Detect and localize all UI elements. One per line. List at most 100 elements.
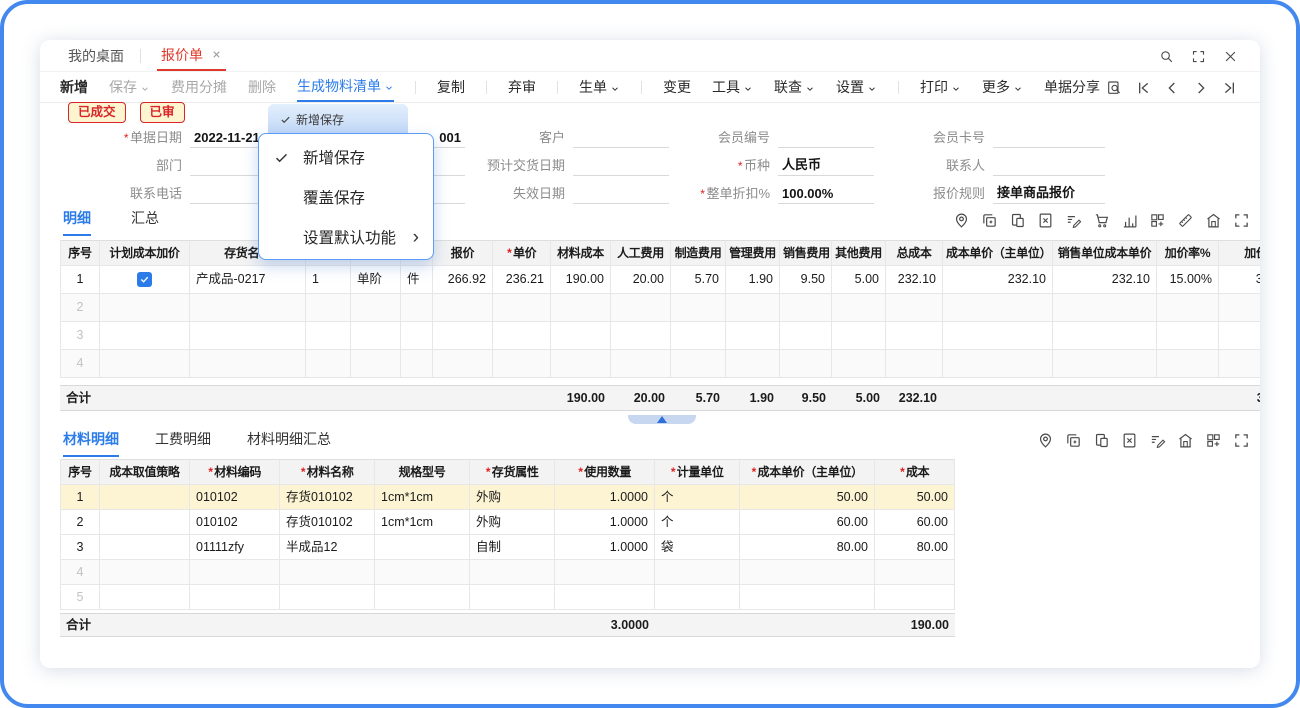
table-cell[interactable] xyxy=(726,350,780,378)
table-cell[interactable] xyxy=(100,294,190,322)
table-cell[interactable] xyxy=(780,322,832,350)
tab-my-desktop[interactable]: 我的桌面 xyxy=(68,40,124,71)
table-cell[interactable] xyxy=(875,560,955,585)
table-cell[interactable]: 个 xyxy=(655,510,740,535)
toolbar-linked-query[interactable]: 联查 xyxy=(774,72,815,102)
table-cell[interactable]: 232.10 xyxy=(1053,266,1157,294)
column-header[interactable]: 制造费用 xyxy=(671,240,726,266)
nav-prev-icon[interactable] xyxy=(1164,80,1180,96)
table-cell[interactable]: 外购 xyxy=(470,485,555,510)
column-header[interactable]: 总成本 xyxy=(886,240,943,266)
toolbar-change[interactable]: 变更 xyxy=(663,72,691,102)
close-tab-icon[interactable] xyxy=(211,49,222,60)
table-cell[interactable]: 232.10 xyxy=(943,266,1053,294)
table-cell[interactable] xyxy=(100,322,190,350)
table-cell[interactable] xyxy=(433,294,493,322)
table-cell[interactable] xyxy=(493,350,551,378)
menu-item-overwrite-save[interactable]: 覆盖保存 xyxy=(259,177,433,217)
tab-material-summary[interactable]: 材料明细汇总 xyxy=(247,429,331,457)
table-cell[interactable] xyxy=(886,294,943,322)
grid-icon[interactable] xyxy=(1205,432,1222,449)
table-cell[interactable]: 5.00 xyxy=(832,266,886,294)
table-cell[interactable] xyxy=(401,322,433,350)
table-cell[interactable]: 外购 xyxy=(470,510,555,535)
table-cell[interactable] xyxy=(551,350,611,378)
toolbar-generate-bom[interactable]: 生成物料清单 xyxy=(297,72,394,102)
table-cell[interactable]: 1cm*1cm xyxy=(375,485,470,510)
column-header[interactable]: 序号 xyxy=(60,459,100,485)
table-cell[interactable] xyxy=(100,266,190,294)
table-cell[interactable]: 1.90 xyxy=(726,266,780,294)
table-cell[interactable] xyxy=(655,585,740,610)
table-cell[interactable] xyxy=(493,294,551,322)
building-icon[interactable] xyxy=(1177,432,1194,449)
table-cell[interactable] xyxy=(306,350,351,378)
table-cell[interactable]: 4 xyxy=(60,350,100,378)
table-cell[interactable]: 1 xyxy=(306,266,351,294)
table-cell[interactable] xyxy=(470,560,555,585)
table-cell[interactable] xyxy=(100,350,190,378)
nav-next-icon[interactable] xyxy=(1193,80,1209,96)
table-cell[interactable] xyxy=(1219,350,1260,378)
paste-icon[interactable] xyxy=(1093,432,1110,449)
table-cell[interactable] xyxy=(780,294,832,322)
table-cell[interactable] xyxy=(1157,350,1219,378)
table-cell[interactable]: 50.00 xyxy=(740,485,875,510)
toolbar-tools[interactable]: 工具 xyxy=(712,72,753,102)
table-cell[interactable]: 2 xyxy=(60,294,100,322)
table-cell[interactable] xyxy=(671,322,726,350)
toolbar-save[interactable]: 保存 xyxy=(109,72,150,102)
toolbar-copy-doc[interactable]: 复制 xyxy=(437,72,465,102)
table-cell[interactable] xyxy=(551,294,611,322)
table-cell[interactable] xyxy=(190,294,306,322)
column-header[interactable]: *材料编码 xyxy=(190,459,280,485)
table-cell[interactable] xyxy=(886,350,943,378)
close-icon[interactable] xyxy=(1223,49,1238,64)
column-header[interactable]: 报价 xyxy=(433,240,493,266)
table-cell[interactable] xyxy=(470,585,555,610)
table-cell[interactable]: 9.50 xyxy=(780,266,832,294)
table-cell[interactable] xyxy=(655,560,740,585)
table-cell[interactable] xyxy=(401,294,433,322)
table-cell[interactable]: 236.21 xyxy=(493,266,551,294)
table-cell[interactable] xyxy=(611,322,671,350)
contact-person-input[interactable] xyxy=(993,155,1105,176)
table-cell[interactable]: 4 xyxy=(60,560,100,585)
table-cell[interactable] xyxy=(100,535,190,560)
table-cell[interactable]: 产成品-0217 xyxy=(190,266,306,294)
table-cell[interactable] xyxy=(726,322,780,350)
table-cell[interactable]: 件 xyxy=(401,266,433,294)
chart-icon[interactable] xyxy=(1121,212,1138,229)
table-cell[interactable] xyxy=(740,560,875,585)
column-header[interactable]: 计划成本加价 xyxy=(100,240,190,266)
table-cell[interactable] xyxy=(886,322,943,350)
toolbar-more[interactable]: 更多 xyxy=(982,72,1023,102)
toolbar-share[interactable]: 单据分享 xyxy=(1044,72,1100,102)
table-cell[interactable]: 50.00 xyxy=(875,485,955,510)
search-icon[interactable] xyxy=(1159,49,1174,64)
tab-summary[interactable]: 汇总 xyxy=(131,208,159,236)
table-cell[interactable] xyxy=(943,294,1053,322)
tab-quotation[interactable]: 报价单 xyxy=(157,40,226,71)
table-cell[interactable] xyxy=(740,585,875,610)
column-header[interactable]: 管理费用 xyxy=(726,240,780,266)
tab-material-detail[interactable]: 材料明细 xyxy=(63,429,119,457)
column-header[interactable]: 其他费用 xyxy=(832,240,886,266)
table-cell[interactable]: 存货010102 xyxy=(280,485,375,510)
table-cell[interactable] xyxy=(1053,350,1157,378)
table-cell[interactable]: 1 xyxy=(60,266,100,294)
fullscreen-icon[interactable] xyxy=(1233,432,1250,449)
table-cell[interactable] xyxy=(875,585,955,610)
table-cell[interactable] xyxy=(1157,294,1219,322)
table-cell[interactable]: 01111zfy xyxy=(190,535,280,560)
table-cell[interactable]: 80.00 xyxy=(875,535,955,560)
table-cell[interactable] xyxy=(551,322,611,350)
table-cell[interactable] xyxy=(1053,294,1157,322)
table-cell[interactable] xyxy=(611,350,671,378)
ruler-icon[interactable] xyxy=(1177,212,1194,229)
table-cell[interactable] xyxy=(433,322,493,350)
member-card-no-input[interactable] xyxy=(993,127,1105,148)
column-header[interactable]: *成本单价（主单位） xyxy=(740,459,875,485)
table-cell[interactable] xyxy=(493,322,551,350)
table-cell[interactable] xyxy=(832,350,886,378)
